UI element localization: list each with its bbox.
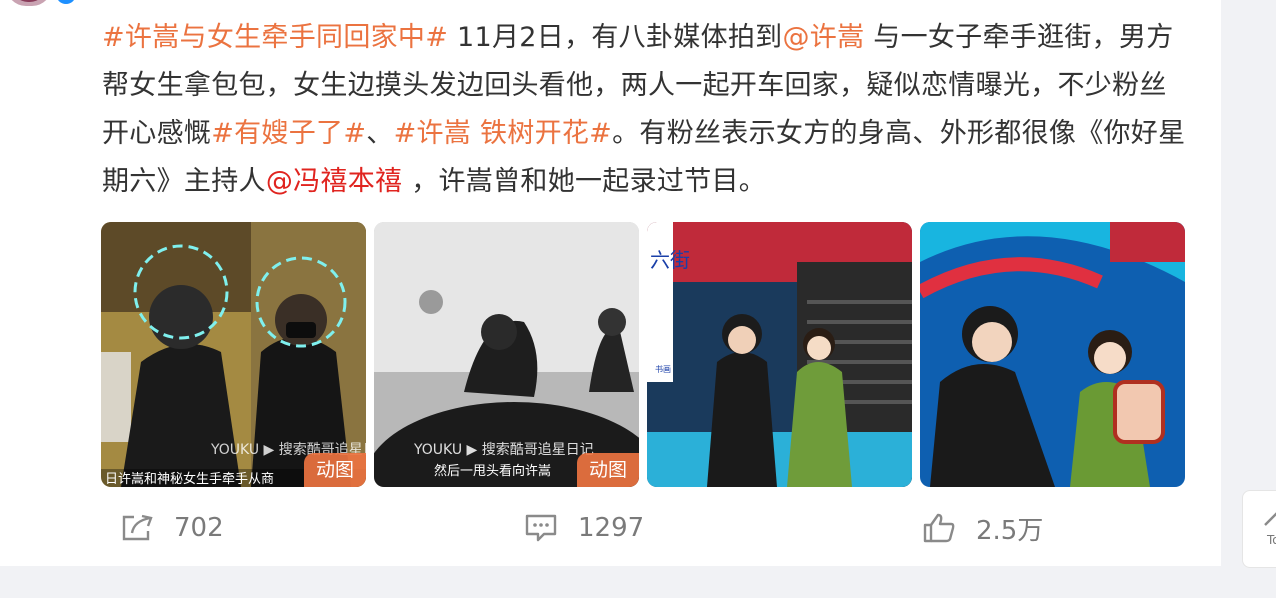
chevron-up-icon [1264, 512, 1276, 526]
back-to-top-label: To [1267, 533, 1276, 547]
media-thumbnail[interactable]: YOUKU ▶ 搜索酷哥追星日记 然后一甩头看向许嵩 动图 [374, 222, 639, 487]
share-icon [122, 514, 153, 541]
action-bar: 702 1297 2.5万 [0, 498, 1221, 558]
topic-link[interactable]: #许嵩 铁树开花# [394, 118, 613, 149]
post-text-segment: 、 [366, 118, 394, 149]
photo-stage-closeup [920, 222, 1185, 487]
comment-icon [525, 514, 557, 542]
svg-text:书画: 书画 [655, 364, 671, 374]
thumbs-up-icon [923, 513, 955, 543]
avatar[interactable] [6, 0, 52, 6]
weibo-post-card: #许嵩与女生牵手同回家中# 11月2日，有八卦媒体拍到@许嵩 与一女子牵手逛街，… [0, 0, 1221, 566]
svg-text:日许嵩和神秘女生手牵手从商: 日许嵩和神秘女生手牵手从商 [105, 471, 274, 487]
like-count: 2.5万 [976, 515, 1044, 546]
photo-stage-duo: 六街 书画 [647, 222, 912, 487]
repost-button[interactable]: 702 [120, 498, 224, 558]
post-text-segment: 11月2日，有八卦媒体拍到 [448, 22, 783, 53]
gif-frame-garage: YOUKU ▶ 搜索酷哥追星日记 然后一甩头看向许嵩 [374, 222, 639, 487]
topic-link[interactable]: #有嫂子了# [211, 118, 366, 149]
gif-badge: 动图 [577, 453, 639, 487]
repost-count: 702 [174, 513, 224, 543]
media-grid: YOUKU ▶ 搜索酷哥追星日记 日许嵩和神秘女生手牵手从商 动图 YOUKU … [101, 222, 1185, 488]
comment-count: 1297 [578, 513, 645, 543]
topic-link[interactable]: #许嵩与女生牵手同回家中# [102, 22, 448, 53]
svg-text:YOUKU ▶ 搜索酷哥追星日记: YOUKU ▶ 搜索酷哥追星日记 [413, 441, 594, 458]
like-button[interactable]: 2.5万 [922, 498, 1043, 558]
mention-link[interactable]: @冯禧本禧 [266, 166, 403, 197]
post-text-segment: ，许嵩曾和她一起录过节目。 [402, 166, 767, 197]
mention-link[interactable]: @许嵩 [782, 22, 864, 53]
svg-text:然后一甩头看向许嵩: 然后一甩头看向许嵩 [434, 463, 551, 479]
back-to-top-button[interactable]: To [1242, 490, 1276, 568]
avatar-image [12, 0, 46, 2]
post-text: #许嵩与女生牵手同回家中# 11月2日，有八卦媒体拍到@许嵩 与一女子牵手逛街，… [102, 14, 1192, 206]
svg-text:六街: 六街 [650, 248, 690, 272]
comment-button[interactable]: 1297 [524, 498, 644, 558]
media-thumbnail[interactable]: YOUKU ▶ 搜索酷哥追星日记 日许嵩和神秘女生手牵手从商 动图 [101, 222, 366, 487]
media-thumbnail[interactable]: 六街 书画 [647, 222, 912, 487]
media-thumbnail[interactable] [920, 222, 1185, 487]
verified-badge-icon [56, 0, 76, 4]
gif-badge: 动图 [304, 453, 366, 487]
gif-frame-street: YOUKU ▶ 搜索酷哥追星日记 日许嵩和神秘女生手牵手从商 [101, 222, 366, 487]
